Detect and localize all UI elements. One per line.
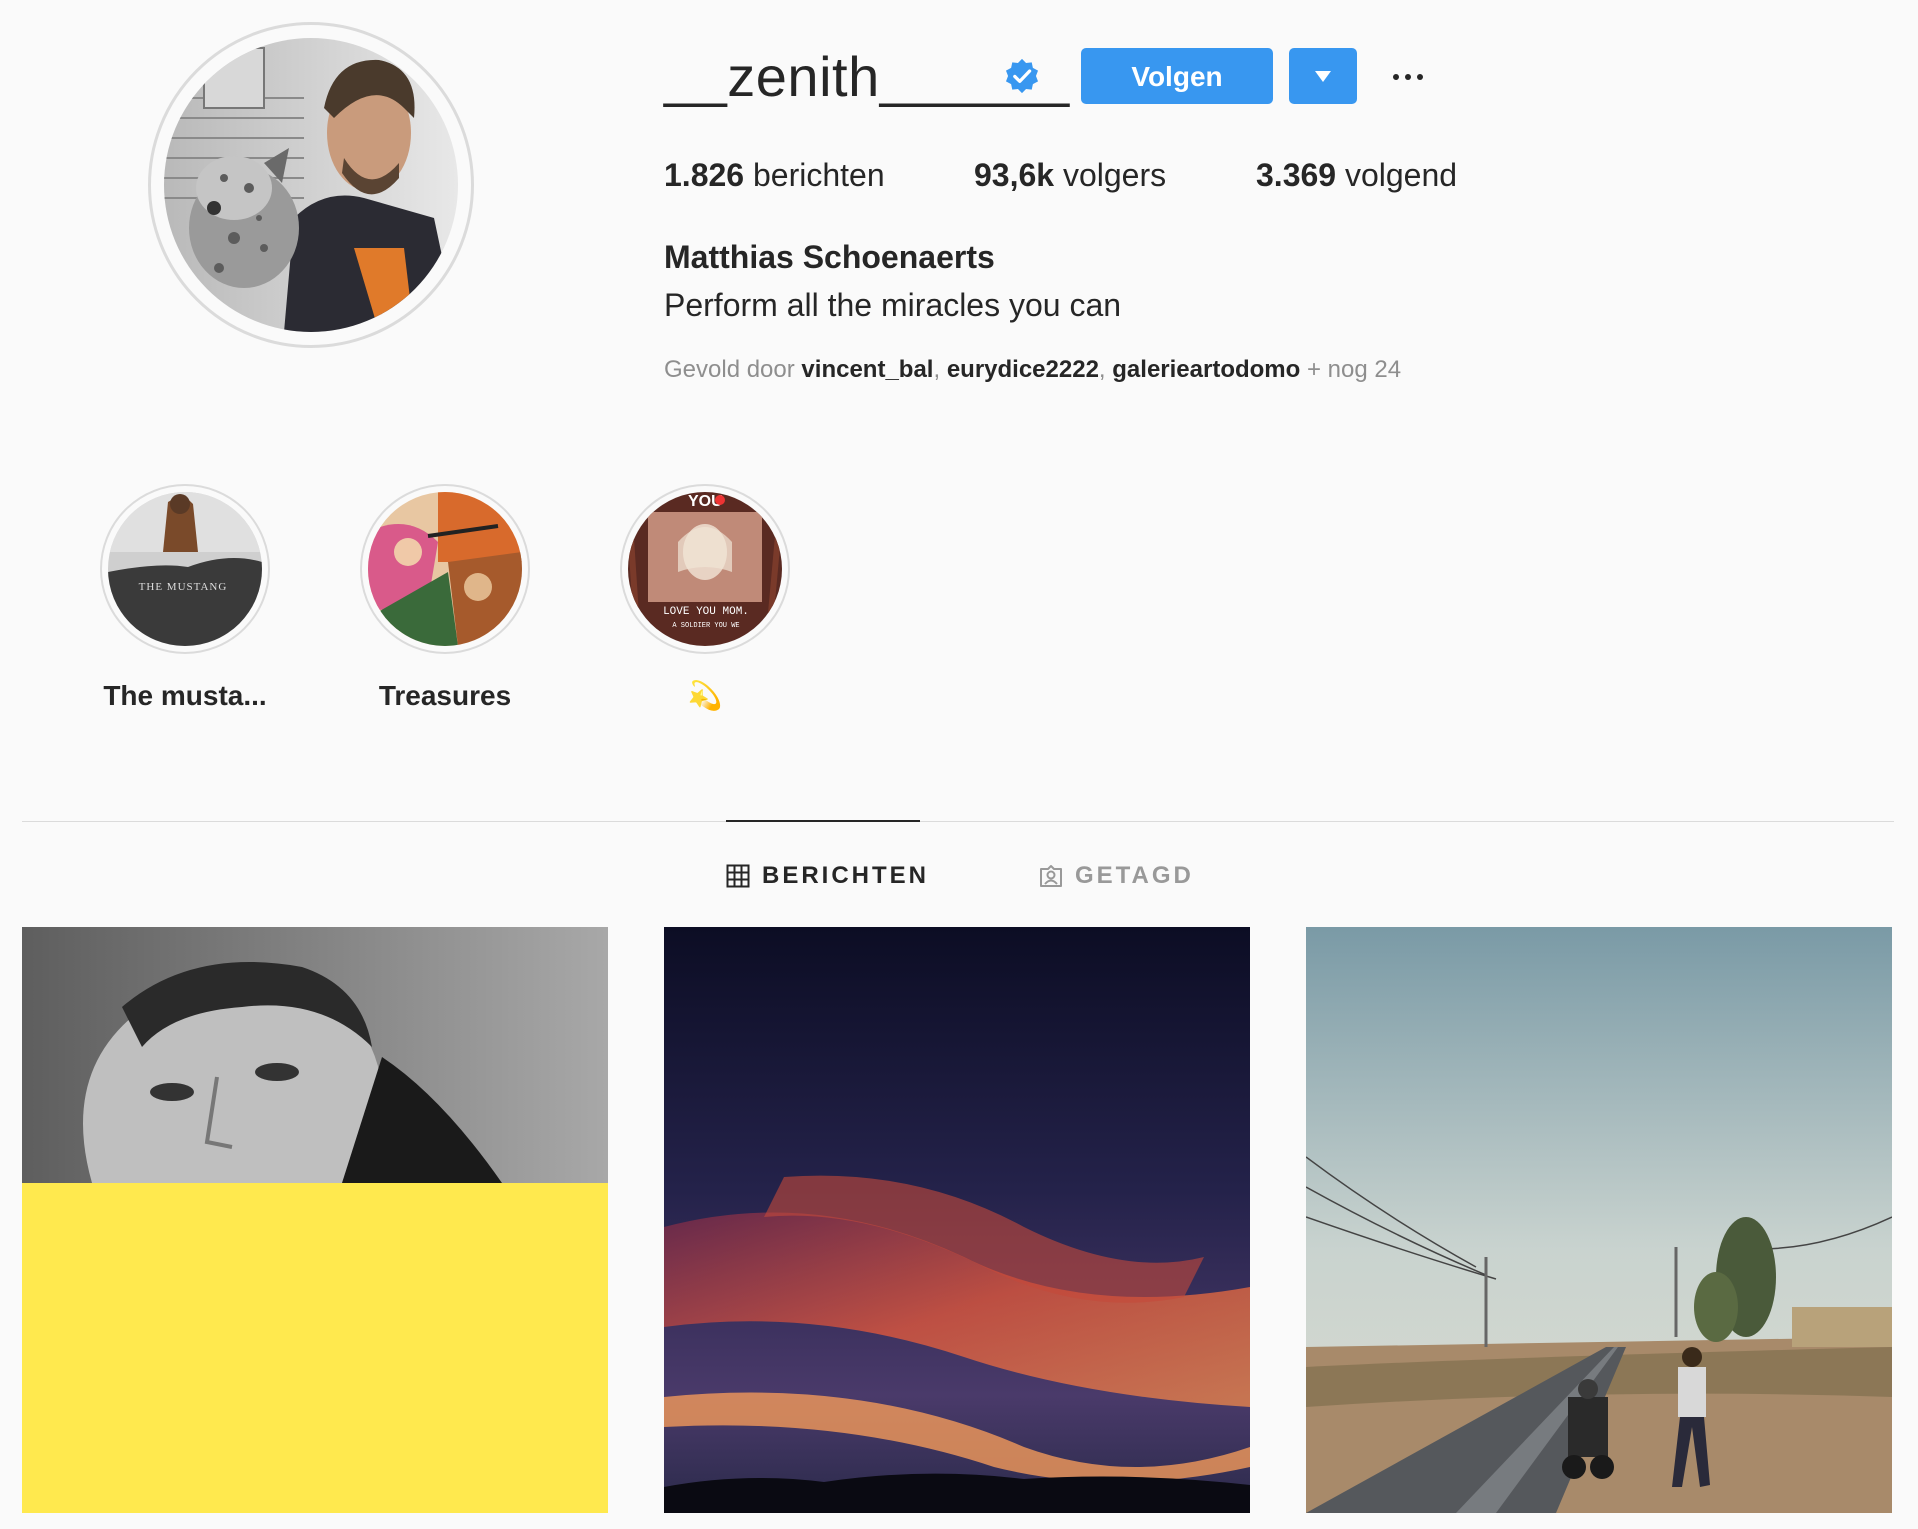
followed-by-text[interactable]: Gevold door vincent_bal, eurydice2222, g… <box>664 352 1401 388</box>
highlight-cover-text: THE MUSTANG <box>139 581 228 593</box>
active-tab-indicator <box>726 820 920 822</box>
story-highlight-dizzy[interactable]: YOU LOVE YOU MOM. A SOLDIER YOU WE 💫 <box>620 484 790 711</box>
following-count-link[interactable]: 3.369 volgend <box>1256 150 1457 200</box>
profile-page: __zenith______ Volgen 1.826 berichten 93… <box>0 0 1918 1529</box>
post-thumbnail[interactable] <box>1306 927 1892 1513</box>
tabs-divider <box>22 821 1894 822</box>
suggested-accounts-dropdown-button[interactable] <box>1289 48 1357 104</box>
tab-label: BERICHTEN <box>762 862 930 889</box>
follow-button[interactable]: Volgen <box>1081 48 1273 104</box>
follower-link[interactable]: galerieartodomo <box>1112 356 1300 383</box>
more-options-button[interactable] <box>1388 56 1428 96</box>
triangle-down-icon <box>1315 71 1331 82</box>
highlight-label: Treasures <box>378 680 512 711</box>
yellow-block <box>22 1183 608 1513</box>
highlight-cover-text: A SOLDIER YOU WE <box>672 622 739 630</box>
followers-count-link[interactable]: 93,6k volgers <box>974 150 1166 200</box>
highlight-cover-text: LOVE YOU MOM. <box>663 606 749 618</box>
tab-posts[interactable]: BERICHTEN <box>726 858 926 894</box>
verified-badge-icon <box>1005 58 1039 94</box>
follower-link[interactable]: vincent_bal <box>801 356 933 383</box>
tagged-icon <box>1040 865 1062 887</box>
grid-icon <box>726 864 750 888</box>
highlight-cover: THE MUSTANG <box>108 492 262 646</box>
profile-avatar[interactable] <box>148 22 474 348</box>
ellipsis-icon <box>1393 74 1399 80</box>
full-name: Matthias Schoenaerts <box>664 239 995 275</box>
story-highlight-treasures[interactable]: Treasures <box>360 484 530 711</box>
bio-text: Perform all the miracles you can <box>664 287 1122 323</box>
highlight-cover: YOU LOVE YOU MOM. A SOLDIER YOU WE <box>628 492 782 646</box>
post-thumbnail[interactable] <box>22 927 608 1513</box>
highlight-cover <box>368 492 522 646</box>
post-thumbnail[interactable] <box>664 927 1250 1513</box>
story-highlight-mustang[interactable]: THE MUSTANG The musta... <box>100 484 270 711</box>
posts-count: 1.826 berichten <box>664 157 885 193</box>
avatar-image <box>164 38 458 332</box>
follower-link[interactable]: eurydice2222 <box>947 356 1099 383</box>
highlight-label: The musta... <box>103 680 267 711</box>
highlight-label: 💫 <box>687 680 723 711</box>
tab-label: GETAGD <box>1075 862 1194 889</box>
tab-tagged[interactable]: GETAGD <box>1039 858 1199 894</box>
